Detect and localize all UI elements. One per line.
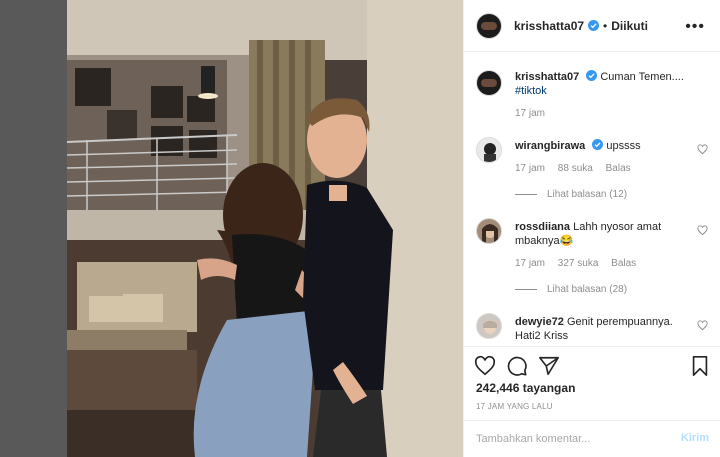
comment-text: upssss	[606, 140, 641, 152]
view-count[interactable]: 242,446 tayangan	[476, 381, 575, 395]
comment-likes[interactable]: 88 suka	[558, 163, 593, 174]
add-comment-bar: Kirim	[464, 420, 720, 457]
replies-divider	[515, 289, 537, 290]
comments-list[interactable]: krisshatta07 Cuman Temen.... #tiktok 17 …	[464, 53, 720, 346]
commenter-avatar[interactable]	[476, 137, 502, 163]
post-header: krisshatta07 • Diikuti •••	[464, 0, 720, 52]
comment-username[interactable]: dewyie72	[515, 316, 564, 328]
comment-likes[interactable]: 327 suka	[558, 258, 599, 269]
post-side-panel: krisshatta07 • Diikuti ••• krisshatta07 …	[463, 0, 720, 457]
comment-item: wirangbirawa upssss 17 jam 88 suka Balas…	[476, 137, 716, 207]
post-actions: 242,446 tayangan 17 JAM YANG LALU	[464, 346, 720, 418]
author-username[interactable]: krisshatta07	[514, 19, 584, 33]
caption-hashtag-link[interactable]: #tiktok	[515, 85, 547, 97]
comment-item: rossdiiana Lahh nyosor amat mbaknya😂 17 …	[476, 218, 716, 298]
view-replies-label: Lihat balasan (28)	[547, 284, 628, 295]
view-replies-button[interactable]: Lihat balasan (12)	[515, 189, 627, 200]
post-comment-button[interactable]: Kirim	[681, 432, 709, 444]
comment-item: dewyie72 Genit perempuannya. Hati2 Kriss	[476, 313, 716, 346]
caption-text: Cuman Temen....	[600, 71, 684, 83]
author-avatar[interactable]	[476, 12, 502, 39]
following-button[interactable]: Diikuti	[611, 19, 648, 33]
header-separator: •	[603, 18, 608, 33]
save-bookmark-icon[interactable]	[689, 355, 711, 377]
commenter-avatar[interactable]	[476, 218, 502, 244]
caption-time: 17 jam	[515, 108, 546, 119]
verified-badge-icon	[588, 20, 600, 31]
caption-username[interactable]: krisshatta07	[515, 71, 579, 83]
replies-divider	[515, 194, 537, 195]
like-comment-heart-icon[interactable]	[697, 320, 708, 331]
avatar-face-icon	[477, 219, 501, 243]
comment-username[interactable]: wirangbirawa	[515, 140, 585, 152]
video-player[interactable]	[67, 0, 463, 457]
view-replies-button[interactable]: Lihat balasan (28)	[515, 284, 627, 295]
comment-time: 17 jam	[515, 163, 546, 174]
commenter-avatar[interactable]	[476, 313, 502, 339]
view-replies-label: Lihat balasan (12)	[547, 189, 628, 200]
avatar-face-icon	[477, 138, 501, 162]
comment-time: 17 jam	[515, 258, 546, 269]
like-heart-icon[interactable]	[474, 355, 496, 377]
post-timestamp[interactable]: 17 JAM YANG LALU	[476, 402, 553, 411]
reply-button[interactable]: Balas	[606, 163, 631, 174]
share-icon[interactable]	[538, 355, 560, 377]
like-comment-heart-icon[interactable]	[697, 144, 708, 155]
verified-badge-icon	[592, 139, 604, 150]
like-comment-heart-icon[interactable]	[697, 225, 708, 236]
avatar-face-icon	[477, 314, 501, 338]
verified-badge-icon	[586, 70, 598, 81]
comment-icon[interactable]	[506, 355, 528, 377]
comment-input[interactable]	[476, 431, 656, 447]
caption: krisshatta07 Cuman Temen.... #tiktok 17 …	[476, 70, 716, 130]
caption-avatar[interactable]	[476, 70, 502, 96]
reply-button[interactable]: Balas	[611, 258, 636, 269]
video-frame	[67, 0, 463, 457]
comment-username[interactable]: rossdiiana	[515, 221, 570, 233]
more-options-icon[interactable]: •••	[685, 18, 705, 36]
